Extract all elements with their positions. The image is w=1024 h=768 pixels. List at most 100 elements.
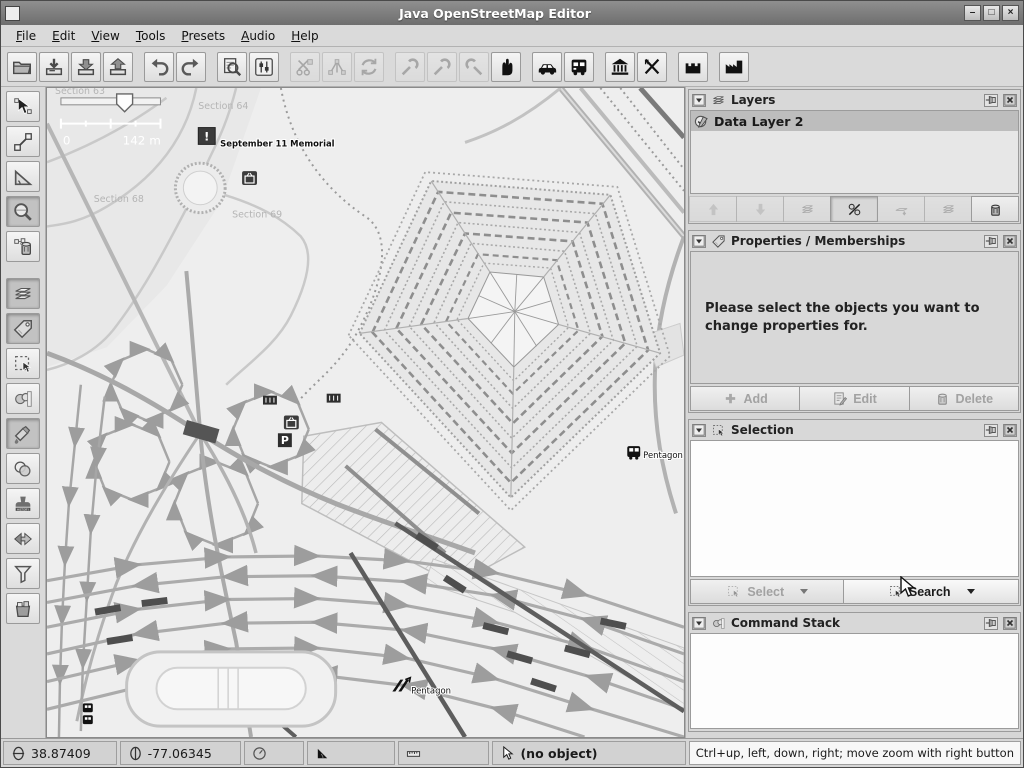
south-parking-lot[interactable] (127, 652, 336, 726)
menu-view[interactable]: View (84, 27, 126, 45)
relations-dialog-button[interactable] (6, 453, 40, 484)
changesets-button[interactable] (6, 593, 40, 624)
selection-icon (711, 423, 726, 438)
heading-icon (252, 746, 267, 761)
download-button[interactable] (71, 52, 101, 82)
layer-move-up-button (689, 196, 737, 222)
menu-presets[interactable]: Presets (174, 27, 232, 45)
layers-title: Layers (731, 93, 979, 107)
menu-tools[interactable]: Tools (129, 27, 173, 45)
layer-show-hide-button[interactable] (830, 196, 878, 222)
redo-button[interactable] (176, 52, 206, 82)
menu-edit[interactable]: Edit (45, 27, 82, 45)
zoom-tool-button[interactable] (6, 196, 40, 227)
layer-edit-icon (694, 114, 709, 129)
command-stack-panel: Command Stack (688, 612, 1021, 732)
tv-icon-2[interactable] (284, 415, 299, 429)
search-selection-button[interactable]: Search (843, 579, 1019, 604)
select-button: Select (690, 579, 844, 604)
save-button[interactable] (39, 52, 69, 82)
properties-dialog-button[interactable] (6, 313, 40, 344)
menu-file[interactable]: File (9, 27, 43, 45)
tag-icon (711, 234, 726, 249)
object-field: (no object) (492, 741, 685, 765)
bus-preset-button[interactable] (564, 52, 594, 82)
wrench-c-button (459, 52, 489, 82)
layer-download-button (877, 196, 925, 222)
command-stack-collapse-button[interactable] (692, 617, 706, 630)
layers-pin-button[interactable] (984, 94, 998, 107)
museum-preset-button[interactable] (605, 52, 635, 82)
wrench-a-button (395, 52, 425, 82)
menu-audio[interactable]: Audio (234, 27, 282, 45)
svg-text:Section 63: Section 63 (55, 88, 105, 97)
main-toolbar (1, 47, 1023, 87)
svg-text:142 m: 142 m (123, 133, 161, 147)
split-way-button (290, 52, 320, 82)
edit-tag-button: Edit (799, 386, 909, 411)
layers-list[interactable]: Data Layer 2 (690, 110, 1019, 194)
open-button[interactable] (7, 52, 37, 82)
restaurant-preset-button[interactable] (637, 52, 667, 82)
titlebar[interactable]: Java OpenStreetMap Editor – □ × (1, 1, 1023, 25)
hand-button[interactable] (491, 52, 521, 82)
history-button[interactable] (6, 488, 40, 519)
properties-close-button[interactable] (1003, 235, 1017, 248)
filter-button[interactable] (6, 558, 40, 589)
maximize-button[interactable]: □ (983, 5, 1000, 21)
map-svg[interactable]: 0 142 m Section 63 Section 64 Section 68… (47, 88, 684, 737)
layer-move-down-button (736, 196, 784, 222)
update-data-button (354, 52, 384, 82)
car-preset-button[interactable] (532, 52, 562, 82)
wrench-b-button (427, 52, 457, 82)
properties-panel: Properties / Memberships Please select t… (688, 230, 1021, 413)
add-tag-button: Add (690, 386, 800, 411)
properties-collapse-button[interactable] (692, 235, 706, 248)
latitude-icon (11, 746, 26, 761)
parking-icon[interactable]: P (278, 433, 292, 447)
selection-title: Selection (731, 423, 979, 437)
command-stack-pin-button[interactable] (984, 617, 998, 630)
select-tool-button[interactable] (6, 91, 40, 122)
svg-text:Section 69: Section 69 (232, 210, 282, 221)
selection-close-button[interactable] (1003, 424, 1017, 437)
tv-icon[interactable] (242, 171, 257, 185)
selection-pin-button[interactable] (984, 424, 998, 437)
conflicts-button[interactable] (6, 523, 40, 554)
layer-name: Data Layer 2 (714, 114, 803, 129)
help-text: Ctrl+up, left, down, right; move zoom wi… (689, 741, 1021, 765)
longitude-field: -77.06345 (120, 741, 242, 765)
delete-tool-button[interactable] (6, 231, 40, 262)
command-stack-list[interactable] (690, 633, 1019, 729)
command-stack-dialog-button[interactable] (6, 383, 40, 414)
angle-tool-button[interactable] (6, 161, 40, 192)
map-canvas[interactable]: 0 142 m Section 63 Section 64 Section 68… (46, 87, 685, 738)
app-icon (5, 6, 20, 21)
command-stack-close-button[interactable] (1003, 617, 1017, 630)
layer-delete-button[interactable] (971, 196, 1019, 222)
castle-preset-button[interactable] (678, 52, 708, 82)
layer-row[interactable]: Data Layer 2 (691, 111, 1018, 131)
factory-preset-button[interactable] (719, 52, 749, 82)
map-paint-dialog-button[interactable] (6, 418, 40, 449)
layers-collapse-button[interactable] (692, 94, 706, 107)
longitude-icon (128, 746, 143, 761)
minimize-button[interactable]: – (964, 5, 981, 21)
layers-close-button[interactable] (1003, 94, 1017, 107)
undo-button[interactable] (144, 52, 174, 82)
upload-button[interactable] (103, 52, 133, 82)
selection-collapse-button[interactable] (692, 424, 706, 437)
angle-icon (315, 746, 330, 761)
selection-dialog-button[interactable] (6, 348, 40, 379)
selection-list[interactable] (690, 440, 1019, 577)
layers-dialog-button[interactable] (6, 278, 40, 309)
preferences-button[interactable] (249, 52, 279, 82)
close-button[interactable]: × (1002, 5, 1019, 21)
menu-help[interactable]: Help (284, 27, 325, 45)
properties-pin-button[interactable] (984, 235, 998, 248)
layer-duplicate-button (924, 196, 972, 222)
search-button[interactable] (217, 52, 247, 82)
svg-text:Pentagon: Pentagon (411, 685, 451, 695)
draw-tool-button[interactable] (6, 126, 40, 157)
svg-text:September 11 Memorial: September 11 Memorial (220, 138, 335, 148)
